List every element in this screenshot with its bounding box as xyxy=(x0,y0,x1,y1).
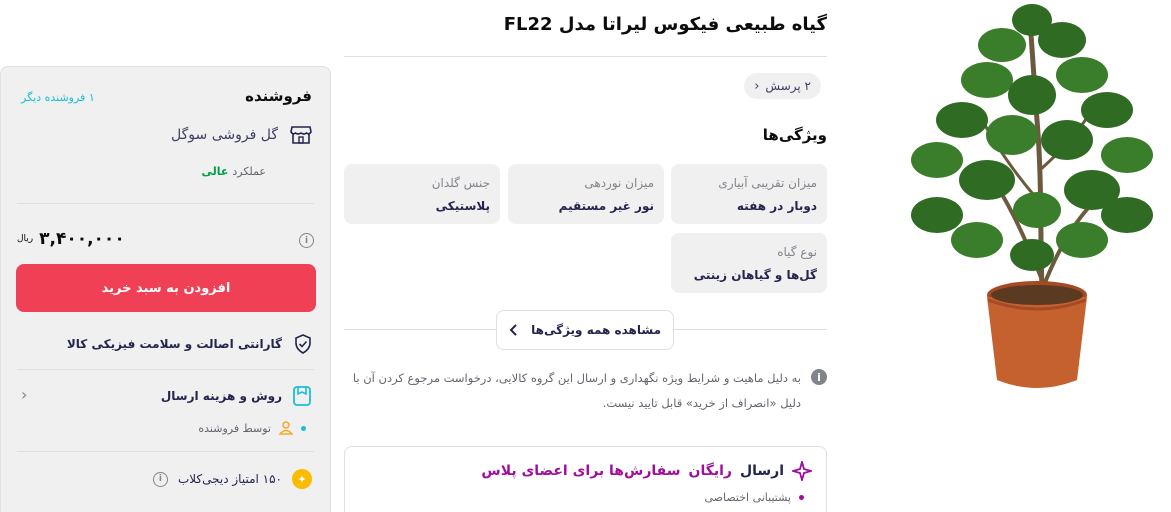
see-all-specs-button[interactable]: مشاهده همه ویژگی‌ها xyxy=(496,310,674,350)
shipping-by-row: توسط فروشنده xyxy=(198,421,306,435)
spec-key: نوع گیاه xyxy=(777,245,817,259)
plus-benefit-item: پشتیبانی اختصاصی xyxy=(704,491,804,504)
seller-name: گل فروشی سوگل xyxy=(171,127,278,143)
seller-performance: عملکرد عالی xyxy=(201,165,266,178)
title-divider xyxy=(344,56,827,57)
spec-value: پلاستیکی xyxy=(435,199,490,213)
spec-card-watering: میزان تقریبی آبیاری دوبار در هفته xyxy=(671,164,827,224)
sidebar-divider xyxy=(17,369,314,370)
questions-pill[interactable]: ۲ پرسش ‹ xyxy=(744,73,821,99)
spec-value: گل‌ها و گیاهان زینتی xyxy=(693,268,817,282)
guarantee-text: گارانتی اصالت و سلامت فیزیکی کالا xyxy=(66,337,282,351)
price-info-button[interactable]: i xyxy=(299,233,314,248)
guarantee-row: گارانتی اصالت و سلامت فیزیکی کالا xyxy=(67,334,312,354)
bullet-dot xyxy=(799,495,804,500)
bullet-dot xyxy=(301,425,306,431)
seller-person-icon xyxy=(279,421,293,435)
shipping-method-row[interactable]: روش و هزینه ارسال xyxy=(161,385,312,407)
sidebar-divider xyxy=(17,451,314,452)
product-title: گیاه طبیعی فیکوس لیراتا مدل FL22 xyxy=(503,14,827,35)
spec-card-plant-type: نوع گیاه گل‌ها و گیاهان زینتی xyxy=(671,233,827,293)
plus-heading-highlight: رایگان xyxy=(688,463,732,479)
spec-key: میزان نوردهی xyxy=(584,176,654,190)
chevron-left-icon: ‹ xyxy=(754,78,760,94)
add-to-cart-button[interactable]: افزودن به سبد خرید xyxy=(16,264,316,312)
currency-icon: ریال xyxy=(17,234,34,244)
digiclub-coin-icon: ✦ xyxy=(292,469,312,489)
seller-sidebar: فروشنده ۱ فروشنده دیگر گل فروشی سوگل عمل… xyxy=(0,66,331,512)
info-icon: i xyxy=(299,233,314,248)
sidebar-divider xyxy=(17,203,314,204)
spec-card-light: میزان نوردهی نور غیر مستقیم xyxy=(508,164,664,224)
plus-sparkle-icon xyxy=(792,461,812,481)
plus-heading-suffix: سفارش‌ها برای اعضای پلاس xyxy=(481,463,681,479)
spec-key: جنس گلدان xyxy=(431,176,490,190)
club-points-text: ۱۵۰ امتیاز دیجی‌کلاب xyxy=(177,472,282,486)
return-policy-text: به دلیل ماهیت و شرایط ویژه نگهداری و ارس… xyxy=(352,371,801,410)
spec-card-pot-material: جنس گلدان پلاستیکی xyxy=(344,164,500,224)
performance-value: عالی xyxy=(201,165,229,178)
shipping-title: روش و هزینه ارسال xyxy=(160,389,282,403)
price: ریال ۳,۴۰۰,۰۰۰ xyxy=(17,229,125,249)
spec-value: دوبار در هفته xyxy=(736,199,817,213)
seller-name-row[interactable]: گل فروشی سوگل xyxy=(171,125,312,145)
plus-heading-prefix: ارسال xyxy=(739,463,784,479)
see-all-specs-label: مشاهده همه ویژگی‌ها xyxy=(531,323,661,337)
plus-promo-heading: ارسال رایگان سفارش‌ها برای اعضای پلاس xyxy=(481,461,812,481)
info-icon: i xyxy=(811,369,827,385)
product-image[interactable] xyxy=(892,0,1171,400)
questions-pill-label: ۲ پرسش xyxy=(765,79,811,93)
other-sellers-link[interactable]: ۱ فروشنده دیگر xyxy=(21,91,95,104)
shipping-by-text: توسط فروشنده xyxy=(198,421,271,435)
price-value: ۳,۴۰۰,۰۰۰ xyxy=(39,229,125,249)
plus-promo-box[interactable]: ارسال رایگان سفارش‌ها برای اعضای پلاس پش… xyxy=(344,446,827,512)
seller-header: فروشنده xyxy=(245,87,312,105)
return-policy-notice: i به دلیل ماهیت و شرایط ویژه نگهداری و ا… xyxy=(342,366,827,416)
chevron-left-icon[interactable]: ‹ xyxy=(21,385,27,404)
info-icon[interactable]: i xyxy=(152,471,168,487)
spec-value: نور غیر مستقیم xyxy=(558,199,654,213)
shipping-box-icon xyxy=(293,386,311,406)
performance-label: عملکرد xyxy=(232,165,266,178)
plus-benefit-label: پشتیبانی اختصاصی xyxy=(704,491,792,504)
club-points-row: ✦ ۱۵۰ امتیاز دیجی‌کلاب i xyxy=(152,469,312,489)
specs-section-title: ویژگی‌ها xyxy=(762,126,827,144)
chevron-left-icon xyxy=(509,324,517,336)
shield-check-icon xyxy=(295,334,311,354)
spec-key: میزان تقریبی آبیاری xyxy=(718,176,817,190)
store-icon xyxy=(290,126,312,144)
